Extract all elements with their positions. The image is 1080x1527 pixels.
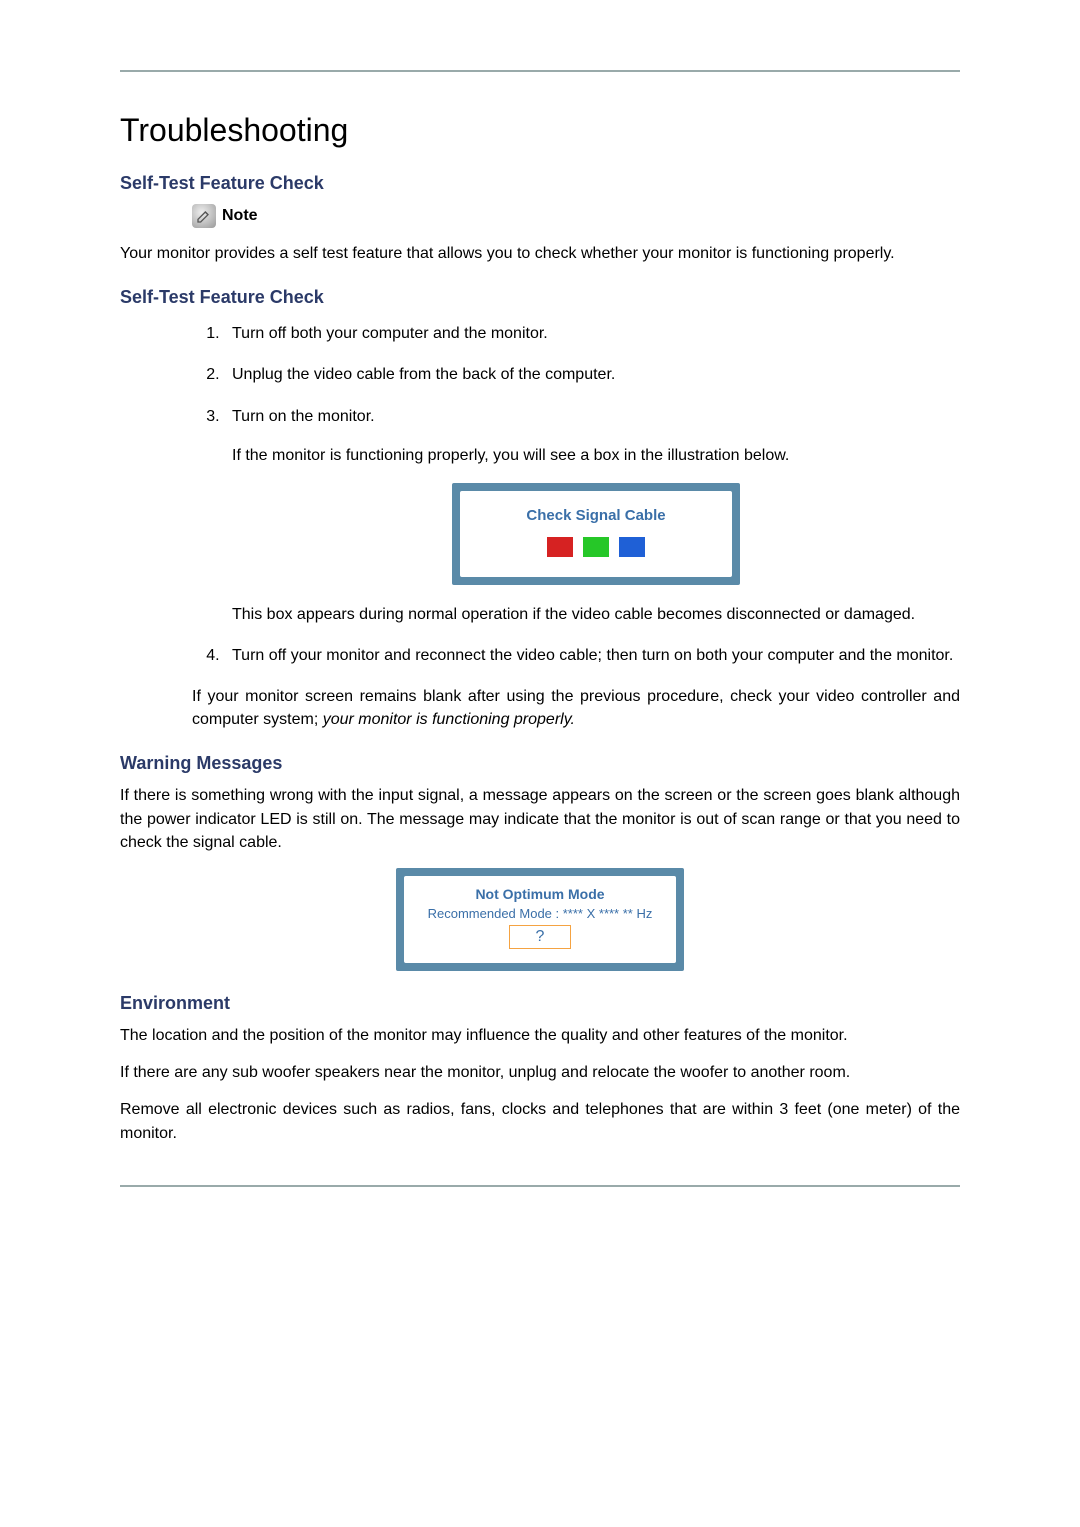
osd-frame: Not Optimum Mode Recommended Mode : ****… xyxy=(396,868,685,971)
selftest-after: If your monitor screen remains blank aft… xyxy=(192,685,960,731)
list-item: Unplug the video cable from the back of … xyxy=(224,363,960,386)
note-label: Note xyxy=(222,207,258,225)
swatch-green xyxy=(583,537,609,557)
note-icon xyxy=(192,204,216,228)
env-p3: Remove all electronic devices such as ra… xyxy=(120,1098,960,1144)
env-p1: The location and the position of the mon… xyxy=(120,1024,960,1047)
after-italic: your monitor is functioning properly. xyxy=(323,711,575,728)
osd-subtitle: Recommended Mode : **** X **** ** Hz xyxy=(428,906,653,921)
list-item: Turn on the monitor. If the monitor is f… xyxy=(224,405,960,626)
section-heading-selftest-2: Self-Test Feature Check xyxy=(120,287,960,308)
after-text: If your monitor screen remains blank aft… xyxy=(192,688,960,728)
warning-paragraph: If there is something wrong with the inp… xyxy=(120,784,960,854)
osd-title: Check Signal Cable xyxy=(526,505,665,527)
intro-paragraph: Your monitor provides a self test featur… xyxy=(120,242,960,265)
swatch-red xyxy=(547,537,573,557)
color-swatches xyxy=(547,537,645,557)
env-p2: If there are any sub woofer speakers nea… xyxy=(120,1061,960,1084)
osd-frame: Check Signal Cable xyxy=(452,483,740,585)
section-heading-warning: Warning Messages xyxy=(120,753,960,774)
osd-question-button: ? xyxy=(509,925,572,949)
list-item: Turn off your monitor and reconnect the … xyxy=(224,644,960,667)
step-text: Turn on the monitor. xyxy=(232,408,375,425)
list-item: Turn off both your computer and the moni… xyxy=(224,322,960,345)
section-heading-environment: Environment xyxy=(120,993,960,1014)
swatch-blue xyxy=(619,537,645,557)
step-sub-text-2: This box appears during normal operation… xyxy=(232,603,960,626)
step-sub-text: If the monitor is functioning properly, … xyxy=(232,444,960,467)
section-heading-selftest-1: Self-Test Feature Check xyxy=(120,173,960,194)
osd-not-optimum: Not Optimum Mode Recommended Mode : ****… xyxy=(120,868,960,971)
osd-inner: Not Optimum Mode Recommended Mode : ****… xyxy=(404,876,677,963)
step-text: Unplug the video cable from the back of … xyxy=(232,366,615,383)
osd-check-signal: Check Signal Cable xyxy=(232,483,960,585)
page: Troubleshooting Self-Test Feature Check … xyxy=(0,0,1080,1527)
step-text: Turn off your monitor and reconnect the … xyxy=(232,647,953,664)
note-row: Note xyxy=(192,204,960,228)
page-title: Troubleshooting xyxy=(120,112,960,149)
selftest-steps: Turn off both your computer and the moni… xyxy=(120,322,960,667)
osd-title: Not Optimum Mode xyxy=(475,886,604,902)
osd-inner: Check Signal Cable xyxy=(460,491,732,577)
step-text: Turn off both your computer and the moni… xyxy=(232,325,548,342)
bottom-rule xyxy=(120,1185,960,1187)
top-rule xyxy=(120,70,960,72)
